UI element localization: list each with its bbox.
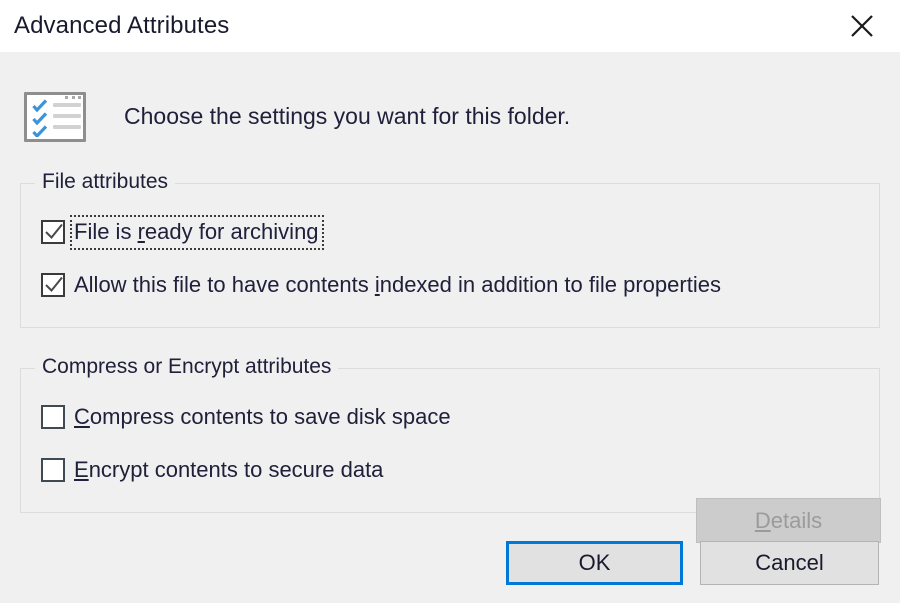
checkbox-row-archive-ready[interactable]: File is ready for archiving (41, 214, 324, 250)
details-button[interactable]: Details (696, 498, 881, 543)
close-icon (849, 13, 875, 39)
icon-dots (65, 96, 81, 100)
checkbox-row-compress-contents[interactable]: Compress contents to save disk space (41, 401, 454, 433)
label-accelerator: E (74, 456, 89, 482)
checkbox-row-encrypt-contents[interactable]: Encrypt contents to secure data (41, 454, 386, 486)
checkbox-compress-contents[interactable] (41, 405, 65, 429)
attributes-checklist-icon (24, 92, 86, 142)
group-file-attributes: File attributes File is ready for archiv… (20, 170, 880, 328)
checkbox-archive-ready[interactable] (41, 220, 65, 244)
icon-check-column (32, 99, 48, 139)
icon-line-column (53, 103, 81, 133)
checkbox-label-compress-contents: Compress contents to save disk space (72, 402, 454, 433)
label-text-before: Allow this file to have contents (74, 271, 375, 297)
cancel-button[interactable]: Cancel (700, 541, 879, 585)
dialog-body: Choose the settings you want for this fo… (0, 52, 900, 603)
checkbox-allow-indexing[interactable] (41, 273, 65, 297)
header-row: Choose the settings you want for this fo… (24, 92, 874, 144)
checkbox-row-allow-indexing[interactable]: Allow this file to have contents indexed… (41, 269, 724, 301)
window-title: Advanced Attributes (14, 12, 230, 39)
group-label-file-attributes: File attributes (35, 170, 176, 194)
label-text-after: ompress contents to save disk space (89, 403, 451, 429)
close-button[interactable] (824, 0, 900, 52)
details-label-rest: etails (770, 507, 823, 533)
label-accelerator: C (74, 403, 90, 429)
prompt-text: Choose the settings you want for this fo… (124, 103, 571, 129)
checkbox-encrypt-contents[interactable] (41, 458, 65, 482)
label-text-before: File is (74, 218, 138, 244)
title-bar: Advanced Attributes (0, 0, 900, 52)
group-label-compress-encrypt: Compress or Encrypt attributes (35, 355, 339, 379)
label-text-after: ndexed in addition to file properties (379, 271, 721, 297)
details-label-accelerator: D (754, 507, 771, 533)
checkbox-label-allow-indexing: Allow this file to have contents indexed… (72, 270, 724, 301)
group-compress-encrypt-attributes: Compress or Encrypt attributes Compress … (20, 355, 881, 543)
label-accelerator: r (137, 218, 145, 244)
checkbox-label-encrypt-contents: Encrypt contents to secure data (72, 455, 386, 486)
label-text-after: ncrypt contents to secure data (88, 456, 384, 482)
ok-button[interactable]: OK (506, 541, 683, 585)
checkbox-label-archive-ready: File is ready for archiving (70, 214, 324, 250)
label-text-after: eady for archiving (144, 218, 319, 244)
